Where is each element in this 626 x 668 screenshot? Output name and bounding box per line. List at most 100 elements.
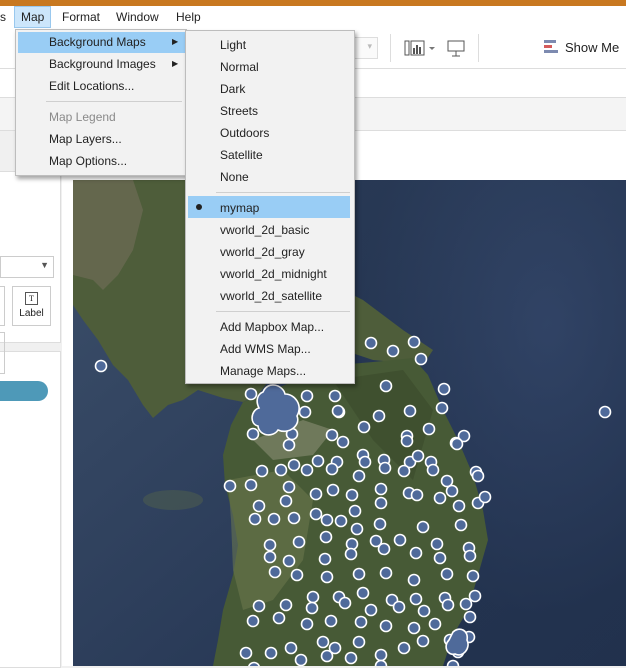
map-point[interactable] [374,659,388,667]
marks-field-partial[interactable] [0,332,5,374]
map-point[interactable] [416,520,430,534]
menu-item-truncated[interactable]: s [0,6,12,28]
map-point[interactable] [320,649,334,663]
basemap-vworld-2d-satellite[interactable]: vworld_2d_satellite [220,285,322,307]
map-point[interactable] [318,552,332,566]
basemap-none[interactable]: None [220,166,249,188]
map-point[interactable] [471,469,485,483]
map-point[interactable] [334,514,348,528]
map-point[interactable] [331,404,345,418]
map-point[interactable] [364,603,378,617]
map-point[interactable] [255,464,269,478]
map-point[interactable] [344,651,358,665]
map-point[interactable] [354,615,368,629]
map-point[interactable] [356,586,370,600]
map-point[interactable] [272,611,286,625]
basemap-vworld-2d-gray[interactable]: vworld_2d_gray [220,241,305,263]
map-point[interactable] [374,482,388,496]
map-point[interactable] [300,463,314,477]
map-point[interactable] [244,478,258,492]
map-point[interactable] [433,491,447,505]
map-point[interactable] [294,653,308,666]
map-point[interactable] [414,352,428,366]
map-point[interactable] [248,661,260,667]
map-point[interactable] [325,462,339,476]
map-point[interactable] [417,604,431,618]
label-button[interactable]: T Label [12,286,51,326]
map-point[interactable] [403,404,417,418]
map-point[interactable] [336,435,350,449]
map-point[interactable] [463,610,477,624]
map-point[interactable] [305,601,319,615]
map-point[interactable] [239,646,253,660]
map-point[interactable] [319,530,333,544]
map-point[interactable] [290,568,304,582]
map-point[interactable] [466,569,480,583]
map-point[interactable] [437,382,451,396]
map-point[interactable] [326,483,340,497]
map-point[interactable] [393,533,407,547]
menu-item-map-layers[interactable]: Map Layers... [49,128,122,150]
map-point[interactable] [298,405,312,419]
map-point[interactable] [311,454,325,468]
map-point[interactable] [252,599,266,613]
map-point[interactable] [348,504,362,518]
map-point[interactable] [350,522,364,536]
map-point[interactable] [440,474,454,488]
map-point[interactable] [407,573,421,587]
map-point[interactable] [244,387,258,401]
map-point[interactable] [386,344,400,358]
basemap-vworld-2d-basic[interactable]: vworld_2d_basic [220,219,309,241]
menu-item-map-options[interactable]: Map Options... [49,150,127,172]
map-point[interactable] [409,592,423,606]
menu-item-background-maps[interactable]: Background Maps [49,31,146,53]
map-point[interactable] [282,480,296,494]
map-point[interactable] [372,409,386,423]
map-point[interactable] [450,437,464,451]
mark-type-select[interactable]: ▼ [0,256,54,278]
map-point[interactable] [433,551,447,565]
map-point[interactable] [268,565,282,579]
field-pill[interactable] [0,381,48,401]
map-point[interactable] [357,420,371,434]
map-point[interactable] [320,513,334,527]
map-point[interactable] [279,494,293,508]
add-wms-map[interactable]: Add WMS Map... [220,338,311,360]
map-point[interactable] [468,589,482,603]
menu-item-format[interactable]: Format [56,6,106,28]
menu-item-map[interactable]: Map [14,6,52,28]
presentation-icon[interactable] [446,38,466,61]
map-point[interactable] [306,590,320,604]
map-point[interactable] [246,427,260,441]
map-point[interactable] [358,455,372,469]
map-point[interactable] [284,641,298,655]
map-point[interactable] [459,597,473,611]
map-point[interactable] [248,512,262,526]
map-point[interactable] [320,570,334,584]
map-point[interactable] [338,596,352,610]
map-point[interactable] [379,619,393,633]
map-point[interactable] [422,422,436,436]
map-point[interactable] [263,550,277,564]
map-point[interactable] [316,635,330,649]
basemap-mymap[interactable]: mymap [220,197,259,219]
map-point[interactable] [364,336,378,350]
map-point[interactable] [274,463,288,477]
basemap-satellite[interactable]: Satellite [220,144,263,166]
basemap-dark[interactable]: Dark [220,78,245,100]
map-point[interactable] [282,438,296,452]
map-point[interactable] [300,617,314,631]
map-point[interactable] [267,512,281,526]
map-point[interactable] [463,549,477,563]
map-point[interactable] [454,518,468,532]
map-point[interactable] [373,517,387,531]
map-point[interactable] [300,389,314,403]
map-point[interactable] [397,641,411,655]
menu-item-edit-locations[interactable]: Edit Locations... [49,75,134,97]
map-point[interactable] [223,479,237,493]
map-point[interactable] [287,458,301,472]
basemap-outdoors[interactable]: Outdoors [220,122,269,144]
map-point[interactable] [263,538,277,552]
map-point[interactable] [407,621,421,635]
map-point[interactable] [407,335,421,349]
